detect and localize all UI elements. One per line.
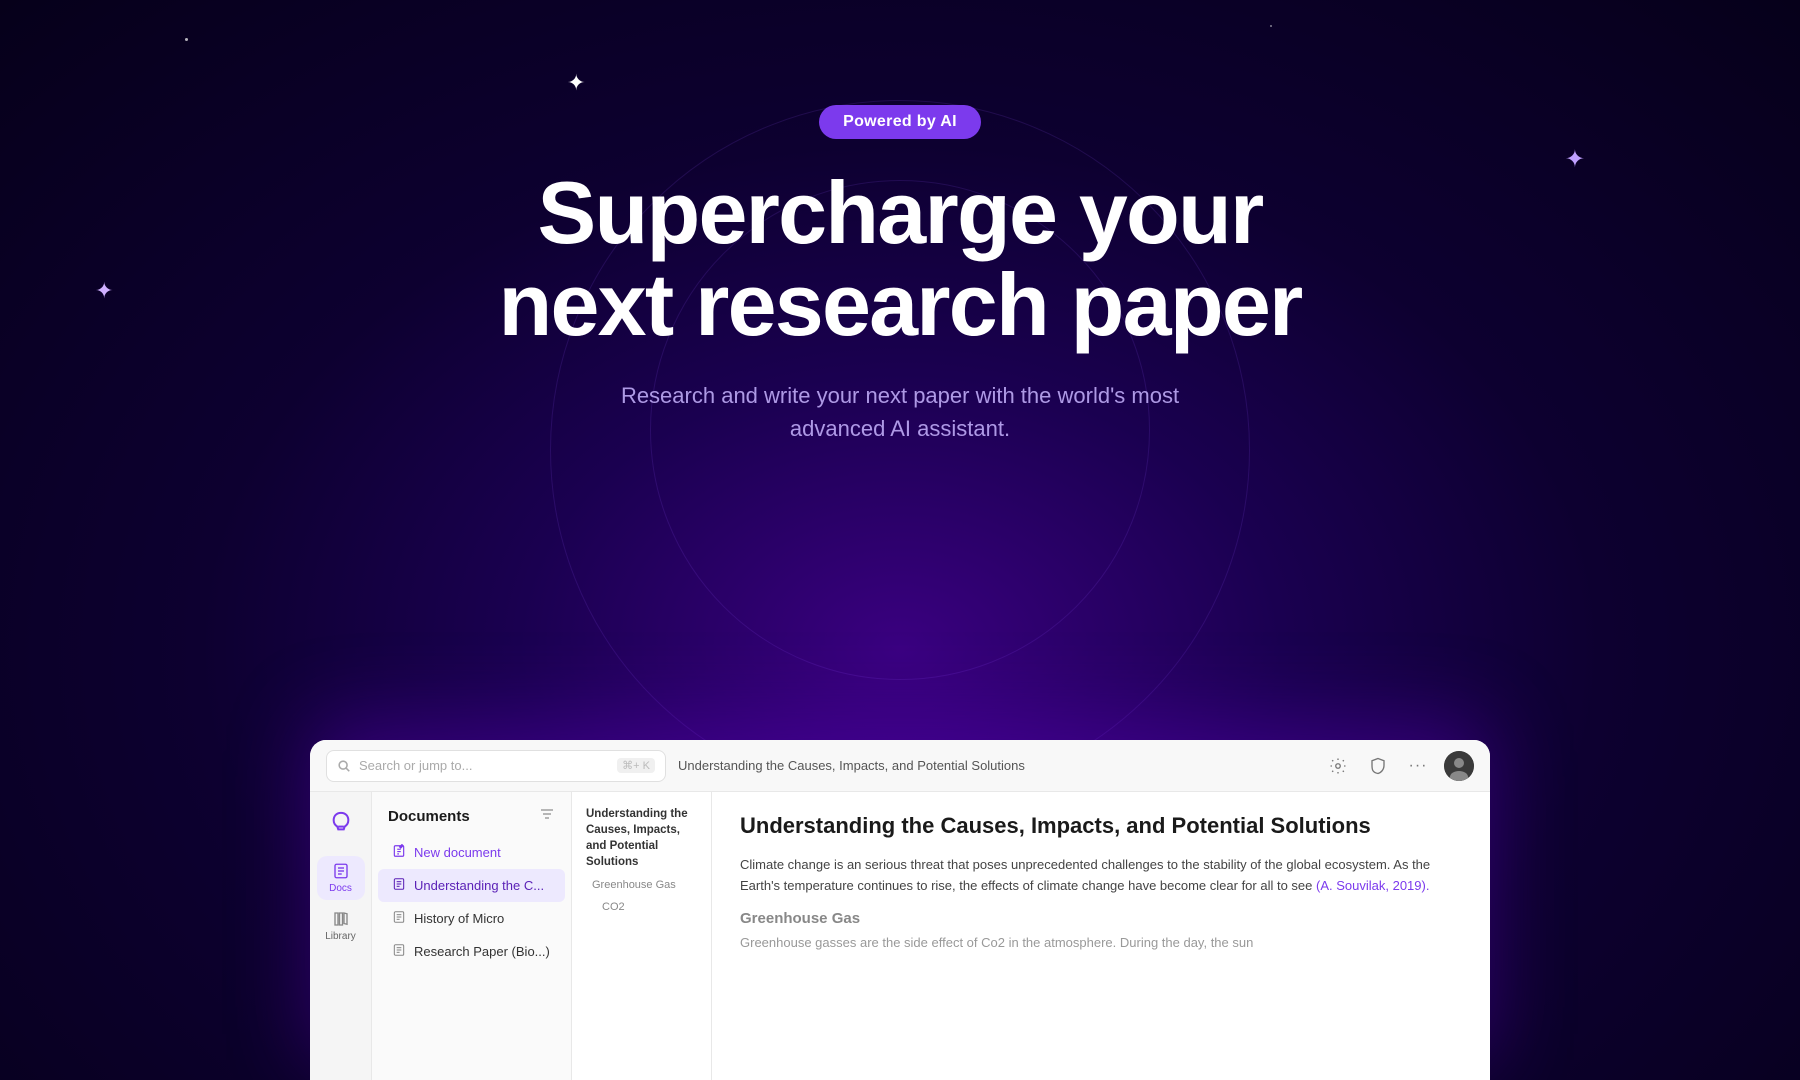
doc-item-history-label: History of Micro bbox=[414, 911, 504, 926]
doc-item-history[interactable]: History of Micro bbox=[378, 902, 565, 935]
hero-title: Supercharge your next research paper bbox=[499, 167, 1302, 352]
doc-list: New document Understanding the C... bbox=[372, 836, 571, 968]
content-area: Understanding the Causes, Impacts, and P… bbox=[712, 792, 1490, 1080]
content-title: Understanding the Causes, Impacts, and P… bbox=[740, 812, 1462, 840]
icon-sidebar: Docs Library bbox=[310, 792, 372, 1080]
outline-item-main: Understanding the Causes, Impacts, and P… bbox=[582, 804, 701, 872]
hero-section: Powered by AI Supercharge your next rese… bbox=[0, 0, 1800, 520]
avatar bbox=[1444, 751, 1474, 781]
content-citation: (A. Souvilak, 2019). bbox=[1316, 878, 1429, 893]
doc-item-research-label: Research Paper (Bio...) bbox=[414, 944, 550, 959]
nav-item-library-label: Library bbox=[325, 931, 356, 942]
doc-item-new[interactable]: New document bbox=[378, 836, 565, 869]
nav-item-docs[interactable]: Docs bbox=[317, 856, 365, 900]
nav-item-docs-label: Docs bbox=[329, 883, 352, 894]
breadcrumb: Understanding the Causes, Impacts, and P… bbox=[678, 758, 1312, 773]
doc-item-understanding[interactable]: Understanding the C... bbox=[378, 869, 565, 902]
content-body: Climate change is an serious threat that… bbox=[740, 854, 1462, 897]
nav-item-library[interactable]: Library bbox=[317, 904, 365, 948]
section-title-greenhouse: Greenhouse Gas bbox=[740, 910, 1462, 927]
settings-icon[interactable] bbox=[1324, 752, 1352, 780]
search-icon bbox=[337, 759, 351, 773]
doc-research-icon bbox=[392, 943, 406, 960]
outline-item-co2[interactable]: CO2 bbox=[582, 898, 701, 917]
doc-sidebar-header: Documents bbox=[372, 792, 571, 836]
doc-item-research[interactable]: Research Paper (Bio...) bbox=[378, 935, 565, 968]
app-window: Search or jump to... ⌘+ K Understanding … bbox=[310, 740, 1490, 1080]
search-shortcut: ⌘+ K bbox=[617, 758, 655, 773]
doc-item-understanding-label: Understanding the C... bbox=[414, 878, 544, 893]
logo-icon bbox=[323, 804, 359, 840]
doc-history-icon bbox=[392, 910, 406, 927]
doc-sidebar-title: Documents bbox=[388, 808, 470, 825]
hero-subtitle: Research and write your next paper with … bbox=[620, 379, 1180, 445]
doc-understanding-icon bbox=[392, 877, 406, 894]
ai-badge: Powered by AI bbox=[819, 105, 981, 139]
more-icon[interactable]: ··· bbox=[1404, 752, 1432, 780]
section-body-greenhouse: Greenhouse gasses are the side effect of… bbox=[740, 933, 1462, 954]
topbar-icons: ··· bbox=[1324, 751, 1474, 781]
topbar: Search or jump to... ⌘+ K Understanding … bbox=[310, 740, 1490, 792]
shield-icon[interactable] bbox=[1364, 752, 1392, 780]
outline-item-greenhouse[interactable]: Greenhouse Gas bbox=[582, 876, 701, 895]
main-layout: Docs Library Documents bbox=[310, 792, 1490, 1080]
doc-item-new-label: New document bbox=[414, 845, 501, 860]
filter-icon[interactable] bbox=[539, 806, 555, 826]
search-box[interactable]: Search or jump to... ⌘+ K bbox=[326, 750, 666, 782]
outline-panel: Understanding the Causes, Impacts, and P… bbox=[572, 792, 712, 1080]
new-doc-icon bbox=[392, 844, 406, 861]
doc-sidebar: Documents bbox=[372, 792, 572, 1080]
search-placeholder: Search or jump to... bbox=[359, 758, 609, 773]
